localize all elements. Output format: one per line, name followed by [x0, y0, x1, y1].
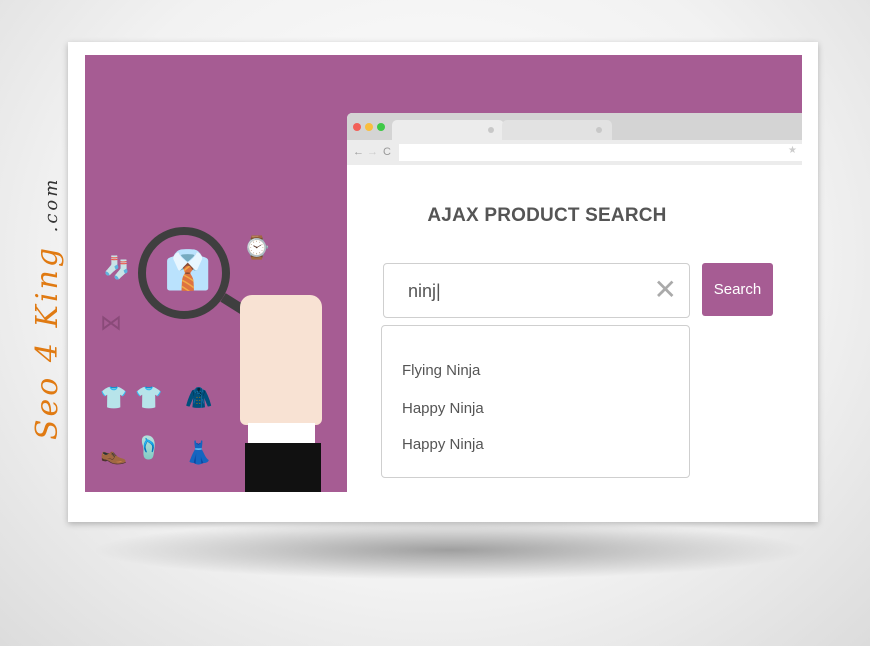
url-input[interactable]	[399, 144, 802, 161]
reload-icon[interactable]: C	[383, 146, 391, 158]
suggestions-dropdown: Flying Ninja Happy Ninja Happy Ninja	[381, 325, 690, 478]
bowtie-icon: ⋈	[100, 310, 122, 335]
flipflops-icon: 🩴	[135, 435, 163, 460]
close-dot[interactable]	[353, 123, 361, 131]
suggestion-item[interactable]: Happy Ninja	[402, 436, 484, 453]
bookmark-star-icon[interactable]: ★	[788, 145, 797, 156]
maximize-dot[interactable]	[377, 123, 385, 131]
tab-close-icon[interactable]	[596, 127, 602, 133]
tshirt-icon: 👕	[100, 385, 128, 410]
suggestion-item[interactable]: Flying Ninja	[402, 362, 480, 379]
shoe-icon: 👞	[100, 440, 128, 465]
watch-icon: ⌚	[243, 235, 271, 260]
tab-bar	[347, 113, 802, 140]
shirt-tie-icon: 👔	[164, 250, 212, 292]
search-input[interactable]: ninj| ✕	[383, 263, 690, 318]
browser-tab[interactable]	[392, 120, 504, 140]
hoodie-icon: 🧥	[185, 385, 213, 410]
shirt-cuff	[248, 423, 315, 445]
banner: 🧦 ⋈ 👕 👕 🧥 👞 🩴 👗 ⌚ 👔 ← → C ★ AJAX PRODUCT…	[85, 55, 802, 492]
browser-tab[interactable]	[502, 120, 612, 140]
watermark: Seo 4 King .com	[30, 176, 65, 440]
tab-close-icon[interactable]	[488, 127, 494, 133]
magnifier-icon: 👔	[138, 227, 230, 319]
address-bar-row: ← → C ★	[347, 140, 802, 165]
hand-illustration	[240, 295, 322, 425]
search-value: ninj|	[408, 281, 441, 301]
shirt-icon: 👕	[135, 385, 163, 410]
sleeve	[245, 443, 321, 492]
clear-icon[interactable]: ✕	[654, 276, 677, 304]
suggestion-item[interactable]: Happy Ninja	[402, 400, 484, 417]
page-title: AJAX PRODUCT SEARCH	[427, 205, 667, 226]
forward-icon[interactable]: →	[367, 146, 378, 158]
search-button[interactable]: Search	[702, 263, 773, 316]
socks-icon: 🧦	[103, 255, 131, 280]
back-icon[interactable]: ←	[353, 146, 364, 158]
minimize-dot[interactable]	[365, 123, 373, 131]
browser-window: ← → C ★ AJAX PRODUCT SEARCH ninj| ✕ Sear…	[347, 113, 802, 492]
dress-icon: 👗	[185, 440, 213, 465]
frame-shadow	[90, 520, 810, 580]
